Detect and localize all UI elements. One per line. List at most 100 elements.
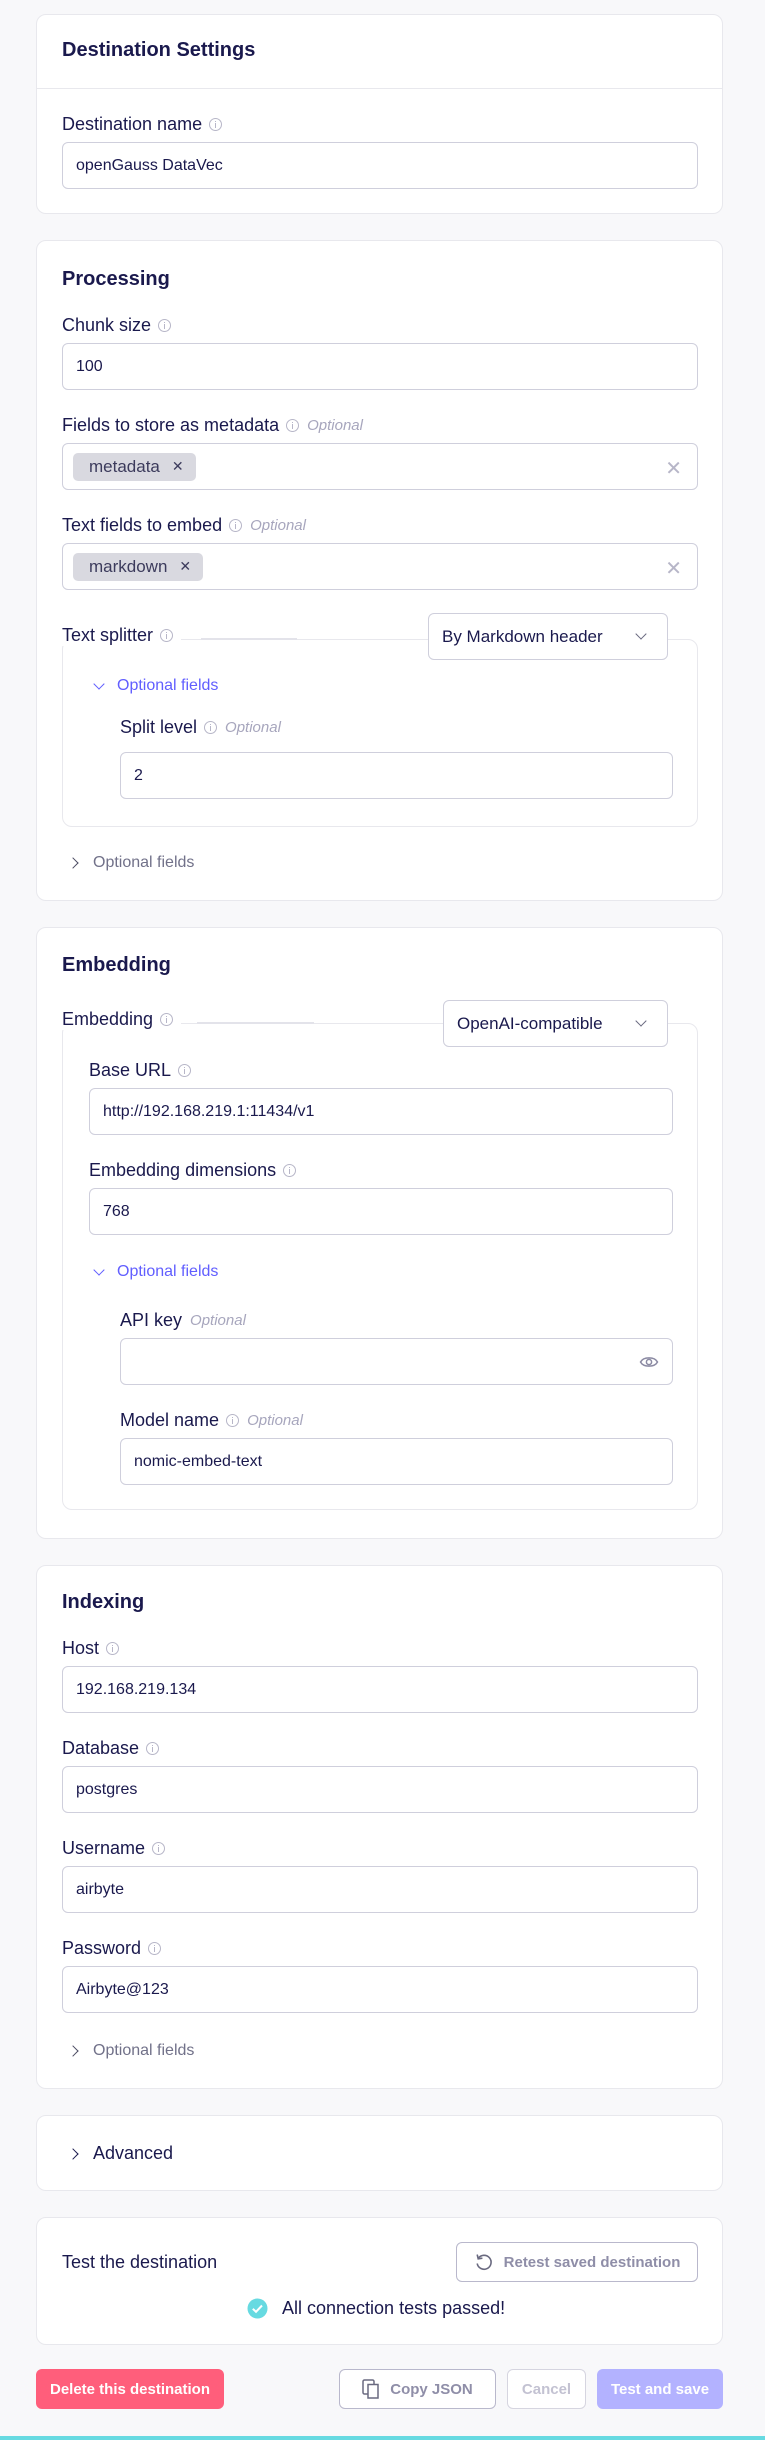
markdown-tag: markdown ✕ bbox=[73, 552, 204, 581]
database-input[interactable]: postgres bbox=[62, 1766, 698, 1813]
metadata-fields-input[interactable]: metadata ✕ ✕ bbox=[62, 443, 698, 490]
username-value: airbyte bbox=[76, 1880, 125, 1898]
clear-icon[interactable]: ✕ bbox=[665, 556, 682, 581]
info-icon[interactable] bbox=[146, 1742, 160, 1755]
password-input[interactable]: Airbyte@123 bbox=[62, 1966, 698, 2013]
delete-destination-label: Delete this destination bbox=[49, 2380, 211, 2398]
metadata-fields-label-text: Fields to store as metadata bbox=[62, 415, 280, 435]
info-icon[interactable] bbox=[209, 118, 223, 131]
destination-settings-card: Destination Settings Destination name op… bbox=[36, 14, 723, 214]
chevron-right-icon bbox=[67, 857, 79, 869]
embedding-title: Embedding bbox=[62, 954, 171, 976]
password-label-text: Password bbox=[62, 1938, 142, 1958]
info-icon[interactable] bbox=[106, 1642, 120, 1655]
base-url-input[interactable]: http://192.168.219.1:11434/v1 bbox=[89, 1088, 673, 1135]
chunk-size-input[interactable]: 100 bbox=[62, 343, 698, 390]
optional-hint: Optional bbox=[247, 1412, 303, 1429]
text-splitter-select[interactable]: By Markdown header bbox=[428, 613, 668, 660]
bottom-accent-bar bbox=[0, 2436, 765, 2440]
embed-fields-input[interactable]: markdown ✕ ✕ bbox=[62, 543, 698, 590]
base-url-label: Base URL bbox=[89, 1060, 192, 1081]
indexing-card: Indexing Host 192.168.219.134 Database p… bbox=[36, 1565, 723, 2089]
database-label: Database bbox=[62, 1738, 160, 1759]
advanced-card[interactable]: Advanced bbox=[36, 2115, 723, 2191]
info-icon[interactable] bbox=[286, 419, 300, 432]
retry-icon bbox=[476, 2254, 492, 2271]
username-label-text: Username bbox=[62, 1838, 146, 1858]
destination-name-label: Destination name bbox=[62, 114, 223, 135]
test-label: Test the destination bbox=[62, 2252, 217, 2273]
destination-name-input[interactable]: openGauss DataVec bbox=[62, 142, 698, 189]
model-name-label-text: Model name bbox=[120, 1410, 220, 1430]
clear-icon[interactable]: ✕ bbox=[665, 456, 682, 481]
indexing-title: Indexing bbox=[62, 1591, 145, 1613]
destination-name-value: openGauss DataVec bbox=[76, 156, 223, 174]
optional-hint: Optional bbox=[307, 417, 363, 434]
processing-optional-fields-toggle[interactable]: Optional fields bbox=[67, 854, 194, 872]
info-icon[interactable] bbox=[160, 1013, 174, 1026]
embedding-label: Embedding bbox=[62, 1009, 182, 1030]
markdown-tag-label: markdown bbox=[89, 556, 168, 576]
info-icon[interactable] bbox=[158, 319, 172, 332]
username-input[interactable]: airbyte bbox=[62, 1866, 698, 1913]
retest-button[interactable]: Retest saved destination bbox=[456, 2242, 698, 2282]
check-circle-icon bbox=[247, 2298, 268, 2319]
chevron-down-icon bbox=[93, 1263, 105, 1276]
metadata-fields-label: Fields to store as metadata Optional bbox=[62, 415, 363, 436]
chevron-right-icon bbox=[67, 2147, 79, 2160]
copy-json-button[interactable]: Copy JSON bbox=[339, 2369, 496, 2409]
optional-hint: Optional bbox=[225, 719, 281, 736]
username-label: Username bbox=[62, 1838, 166, 1859]
password-value: Airbyte@123 bbox=[76, 1980, 169, 1998]
embedding-select[interactable]: OpenAI-compatible bbox=[443, 1000, 668, 1047]
info-icon[interactable] bbox=[226, 1414, 240, 1427]
test-and-save-button[interactable]: Test and save bbox=[597, 2369, 723, 2409]
optional-hint: Optional bbox=[190, 1312, 246, 1329]
processing-card: Processing Chunk size 100 Fields to stor… bbox=[36, 240, 723, 901]
embedding-card: Embedding Embedding OpenAI-compatible Ba… bbox=[36, 927, 723, 1539]
advanced-label: Advanced bbox=[93, 2143, 174, 2163]
model-name-input[interactable]: nomic-embed-text bbox=[120, 1438, 673, 1485]
copy-icon bbox=[362, 2379, 379, 2399]
info-icon[interactable] bbox=[204, 721, 218, 734]
chevron-down-icon bbox=[93, 677, 105, 690]
embedding-optional-fields-text: Optional fields bbox=[117, 1263, 219, 1280]
splitter-optional-fields-text: Optional fields bbox=[117, 677, 219, 694]
retest-button-label: Retest saved destination bbox=[503, 2253, 681, 2271]
remove-tag-icon[interactable]: ✕ bbox=[179, 558, 191, 575]
info-icon[interactable] bbox=[229, 519, 243, 532]
chevron-down-icon bbox=[635, 628, 647, 640]
embedding-optional-fields-toggle[interactable]: Optional fields bbox=[93, 1263, 219, 1281]
api-key-input[interactable] bbox=[120, 1338, 673, 1385]
chevron-down-icon bbox=[635, 1015, 647, 1027]
host-label: Host bbox=[62, 1638, 120, 1659]
chunk-size-value: 100 bbox=[76, 357, 103, 375]
splitter-optional-fields-toggle[interactable]: Optional fields bbox=[93, 677, 219, 695]
text-splitter-line bbox=[201, 638, 297, 640]
remove-tag-icon[interactable]: ✕ bbox=[172, 458, 184, 475]
api-key-label: API key Optional bbox=[120, 1310, 246, 1331]
info-icon[interactable] bbox=[152, 1842, 166, 1855]
optional-hint: Optional bbox=[250, 517, 306, 534]
split-level-label-text: Split level bbox=[120, 717, 198, 737]
split-level-value: 2 bbox=[134, 766, 143, 784]
info-icon[interactable] bbox=[178, 1064, 192, 1077]
cancel-button[interactable]: Cancel bbox=[507, 2369, 586, 2409]
info-icon[interactable] bbox=[283, 1164, 297, 1177]
test-and-save-label: Test and save bbox=[610, 2380, 710, 2398]
test-status: All connection tests passed! bbox=[247, 2298, 505, 2319]
split-level-input[interactable]: 2 bbox=[120, 752, 673, 799]
info-icon[interactable] bbox=[160, 629, 174, 642]
database-value: postgres bbox=[76, 1780, 138, 1798]
host-input[interactable]: 192.168.219.134 bbox=[62, 1666, 698, 1713]
indexing-optional-fields-toggle[interactable]: Optional fields bbox=[67, 2042, 194, 2060]
model-name-value: nomic-embed-text bbox=[134, 1452, 263, 1470]
embedding-line bbox=[197, 1022, 314, 1024]
advanced-toggle[interactable]: Advanced bbox=[67, 2143, 174, 2164]
card-divider bbox=[37, 88, 722, 89]
show-password-icon[interactable] bbox=[639, 1353, 659, 1371]
delete-destination-button[interactable]: Delete this destination bbox=[36, 2369, 224, 2409]
info-icon[interactable] bbox=[148, 1942, 162, 1955]
embedding-dimensions-input[interactable]: 768 bbox=[89, 1188, 673, 1235]
metadata-tag: metadata ✕ bbox=[73, 452, 196, 481]
